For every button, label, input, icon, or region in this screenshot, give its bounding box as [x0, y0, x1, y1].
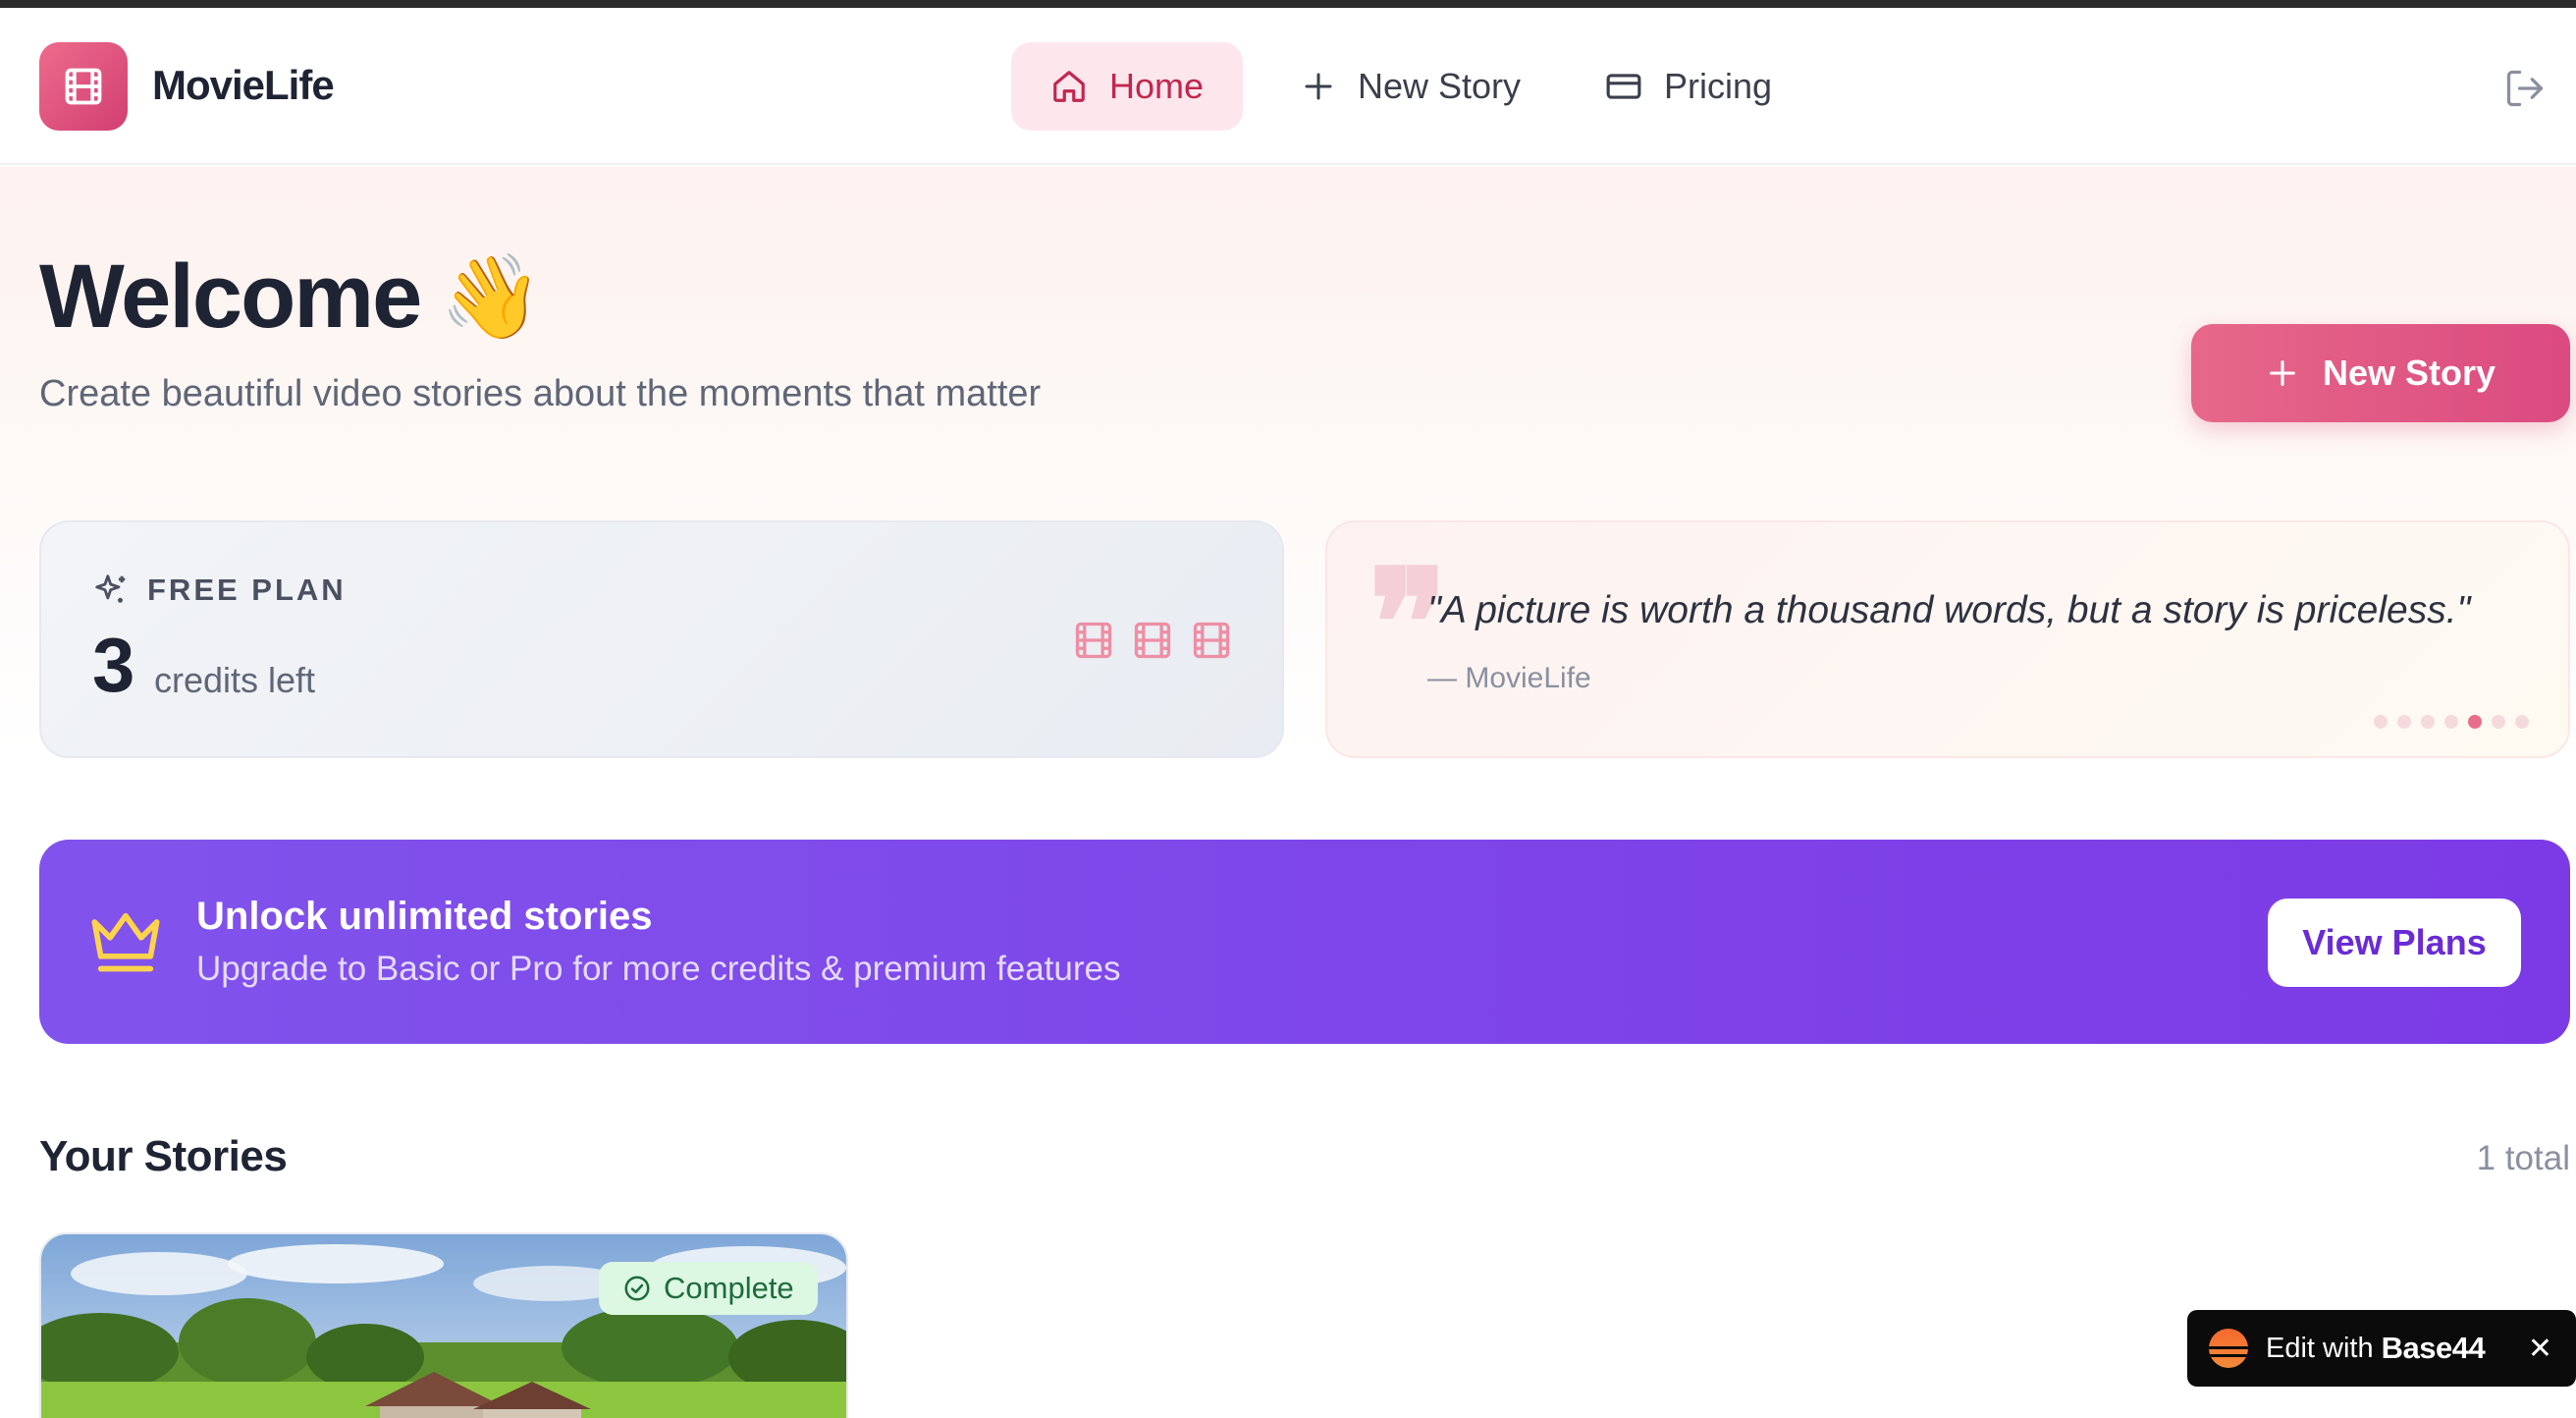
new-story-button-label: New Story: [2322, 353, 2496, 393]
page-subtitle: Create beautiful video stories about the…: [39, 373, 1042, 414]
film-icon: [65, 68, 102, 105]
banner-subtitle: Upgrade to Basic or Pro for more credits…: [196, 950, 1121, 988]
plus-icon: [2270, 360, 2295, 386]
nav-pricing-label: Pricing: [1664, 66, 1773, 106]
quote-author: — MovieLife: [1427, 662, 1591, 694]
plus-icon: [1305, 73, 1332, 100]
quote-text: "A picture is worth a thousand words, bu…: [1427, 589, 2471, 631]
stories-heading: Your Stories: [39, 1132, 288, 1180]
film-icon: [1075, 622, 1112, 659]
top-navigation: MovieLife Home New Story Pricing: [0, 8, 2576, 165]
app-name[interactable]: MovieLife: [152, 62, 335, 109]
base44-logo-icon: [2209, 1329, 2248, 1368]
carousel-dot[interactable]: [2515, 715, 2529, 729]
credits-count: 3: [92, 622, 135, 708]
credit-film-icons: [1072, 619, 1233, 662]
nav-home-label: Home: [1109, 66, 1205, 106]
carousel-dot[interactable]: [2492, 715, 2505, 729]
plan-card: FREE PLAN 3 credits left: [39, 520, 1284, 758]
base44-brand: Base44: [2381, 1331, 2486, 1365]
status-badge: Complete: [599, 1262, 818, 1315]
new-story-button[interactable]: New Story: [2191, 324, 2570, 422]
story-card[interactable]: Complete: [39, 1232, 848, 1418]
app-logo[interactable]: [39, 42, 128, 131]
credit-card-icon: [1606, 74, 1641, 99]
upgrade-banner: Unlock unlimited stories Upgrade to Basi…: [39, 840, 2570, 1044]
carousel-dot[interactable]: [2397, 715, 2411, 729]
home-icon: [1053, 71, 1085, 102]
sparkles-icon: [95, 574, 126, 603]
carousel-dot[interactable]: [2374, 715, 2388, 729]
welcome-text: Welcome: [39, 246, 422, 347]
nav-new-story-label: New Story: [1358, 66, 1522, 106]
waving-hand-emoji: 👋: [440, 250, 543, 343]
plan-name: FREE PLAN: [147, 573, 347, 607]
nav-home-link[interactable]: Home: [1011, 42, 1244, 131]
carousel-dot[interactable]: [2444, 715, 2458, 729]
banner-title: Unlock unlimited stories: [196, 895, 653, 938]
nav-new-story-link[interactable]: New Story: [1261, 42, 1560, 131]
close-icon[interactable]: ✕: [2528, 1332, 2552, 1366]
status-badge-label: Complete: [664, 1271, 794, 1305]
check-circle-icon: [624, 1276, 650, 1301]
edit-with-base44-widget[interactable]: Edit with Base44 ✕: [2187, 1310, 2576, 1387]
edit-with-label: Edit with: [2266, 1332, 2374, 1364]
quote-carousel-dots: [2374, 715, 2529, 729]
stories-count: 1 total: [2476, 1139, 2570, 1177]
film-icon: [1134, 622, 1171, 659]
nav-pricing-link[interactable]: Pricing: [1566, 42, 1811, 131]
plan-label: FREE PLAN: [92, 572, 347, 609]
quote-card: ❞ "A picture is worth a thousand words, …: [1325, 520, 2570, 758]
window-top-edge: [0, 0, 2576, 8]
carousel-dot-active[interactable]: [2468, 715, 2482, 729]
logout-icon[interactable]: [2503, 67, 2547, 110]
credits-label: credits left: [154, 660, 316, 700]
carousel-dot[interactable]: [2421, 715, 2435, 729]
film-icon: [1193, 622, 1230, 659]
crown-icon: [91, 912, 160, 972]
page-title: Welcome 👋: [39, 245, 543, 349]
view-plans-button[interactable]: View Plans: [2268, 899, 2521, 987]
